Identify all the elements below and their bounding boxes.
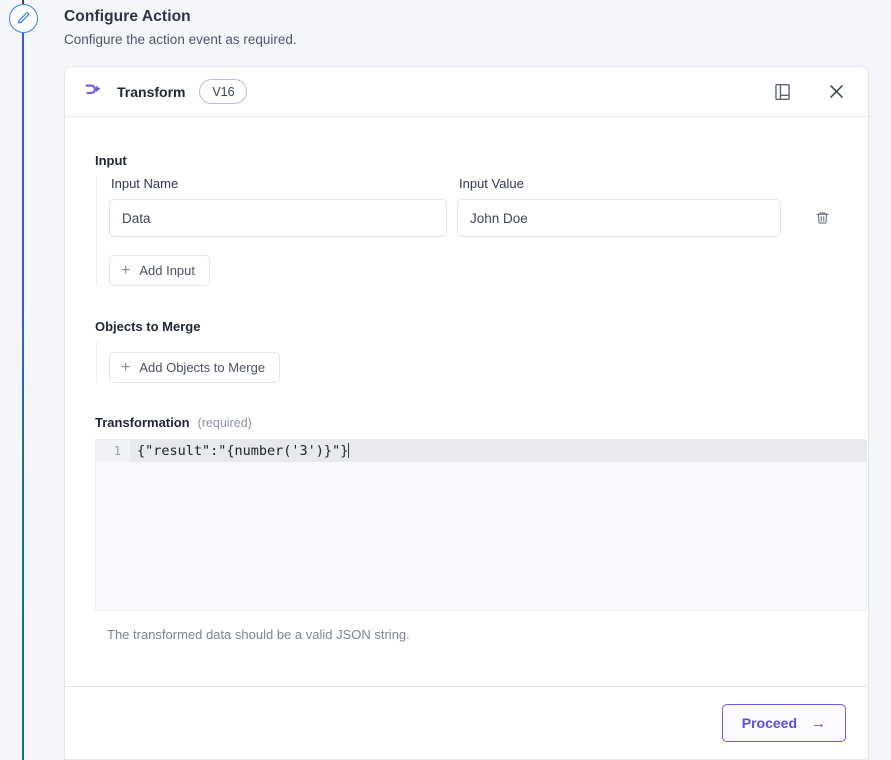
input-row: Input Name Input Value — [109, 176, 848, 237]
input-value-field[interactable] — [457, 199, 781, 237]
objects-to-merge-section: Objects to Merge + Add Objects to Merge — [95, 319, 848, 383]
transformation-title-row: Transformation (required) — [95, 415, 848, 430]
objects-to-merge-group: + Add Objects to Merge — [96, 342, 848, 383]
transformation-section: Transformation (required) 1 {"result":"{… — [95, 415, 867, 642]
input-section: Input Input Name Input Value — [95, 153, 848, 286]
page-title: Configure Action — [64, 8, 191, 25]
card-body: Input Input Name Input Value — [65, 117, 868, 687]
proceed-button-label: Proceed — [741, 715, 797, 731]
input-section-group: Input Name Input Value — [96, 176, 848, 286]
code-line-number: 1 — [96, 440, 130, 462]
transformation-title: Transformation — [95, 415, 190, 430]
plus-icon: + — [121, 358, 131, 376]
input-value-label: Input Value — [459, 176, 524, 191]
arrow-right-icon: → — [811, 714, 826, 732]
pencil-icon[interactable] — [9, 4, 38, 33]
add-objects-to-merge-button[interactable]: + Add Objects to Merge — [109, 352, 281, 383]
code-editor-content[interactable]: {"result":"{number('3')}"} — [130, 440, 350, 462]
add-objects-to-merge-button-label: Add Objects to Merge — [139, 360, 266, 375]
transform-icon — [83, 81, 105, 103]
text-caret — [348, 443, 350, 458]
card-header-actions — [770, 80, 848, 104]
input-name-field-group: Input Name — [109, 176, 447, 237]
card-header: Transform V16 — [65, 67, 868, 117]
page-subtitle: Configure the action event as required. — [64, 32, 297, 47]
version-badge[interactable]: V16 — [199, 79, 248, 104]
configure-action-screen: Configure Action Configure the action ev… — [0, 0, 891, 760]
proceed-button[interactable]: Proceed → — [721, 704, 846, 742]
close-icon[interactable] — [824, 80, 848, 104]
card-footer: Proceed → — [65, 686, 868, 759]
input-value-field-group: Input Value — [457, 176, 781, 237]
input-name-field[interactable] — [109, 199, 447, 237]
trash-icon[interactable] — [809, 199, 835, 237]
transformation-hint-text: The transformed data should be a valid J… — [107, 627, 410, 642]
transformation-required-note: (required) — [197, 416, 252, 430]
objects-to-merge-title: Objects to Merge — [95, 319, 201, 334]
add-input-button[interactable]: + Add Input — [109, 255, 210, 286]
transform-action-card: Transform V16 Input Input Name Data Inpu… — [64, 66, 869, 760]
transformation-code-editor[interactable]: 1 {"result":"{number('3')}"} — [95, 439, 867, 611]
plus-icon: + — [121, 261, 131, 279]
panel-layout-icon[interactable] — [770, 80, 794, 104]
timeline-connector-line — [22, 0, 24, 760]
add-input-button-label: Add Input — [139, 263, 195, 278]
page-header: Configure Action Configure the action ev… — [64, 8, 564, 47]
code-editor-active-line: 1 {"result":"{number('3')}"} — [96, 440, 866, 462]
card-title: Transform — [117, 83, 186, 100]
input-section-title: Input — [95, 153, 127, 168]
workflow-timeline-rail — [0, 0, 48, 760]
code-text-value: {"result":"{number('3')}"} — [137, 443, 349, 459]
input-name-label: Input Name — [111, 176, 179, 191]
